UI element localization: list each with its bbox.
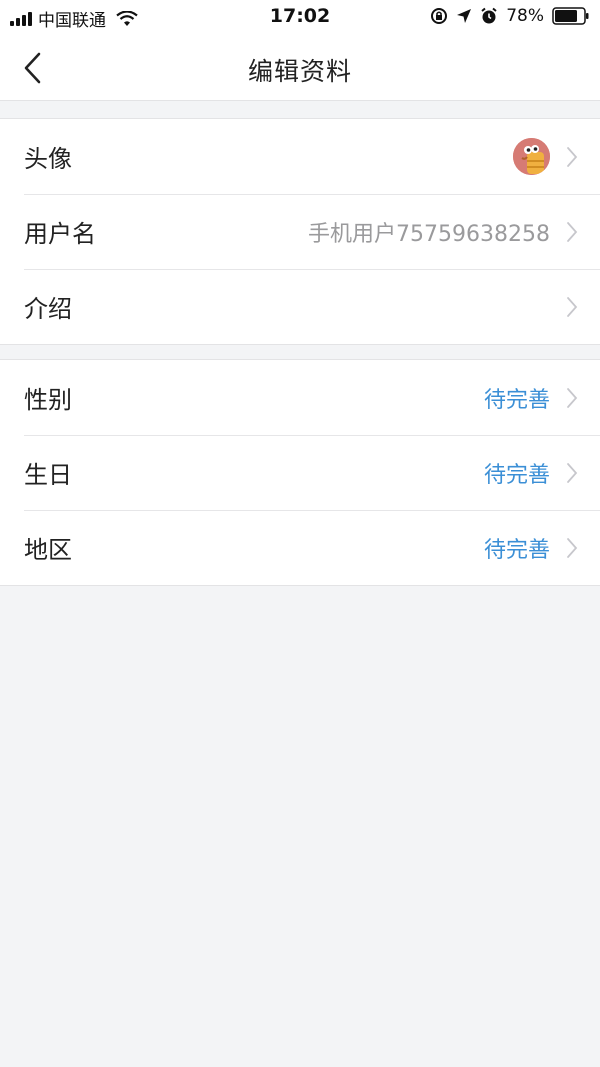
row-region-label: 地区 (24, 536, 72, 564)
chevron-right-icon (567, 221, 578, 242)
chevron-right-icon (567, 146, 578, 167)
avatar[interactable] (513, 138, 550, 175)
chevron-right-icon (567, 462, 578, 483)
status-right: 78% (430, 6, 590, 26)
row-avatar-label: 头像 (24, 145, 72, 173)
status-bar: 中国联通 17:02 78% (0, 0, 600, 34)
row-username-label: 用户名 (24, 220, 96, 248)
battery-icon (552, 7, 589, 25)
row-birthday-label: 生日 (24, 461, 72, 489)
page-title: 编辑资料 (247, 57, 352, 86)
row-gender-label: 性别 (24, 386, 72, 414)
chevron-right-icon (567, 387, 578, 408)
profile-detail-group: 性别 待完善 生日 待完善 地区 待完善 (0, 359, 600, 586)
row-username[interactable]: 用户名 手机用户75759638258 (0, 194, 600, 269)
row-birthday[interactable]: 生日 待完善 (0, 435, 600, 510)
chevron-right-icon (567, 537, 578, 558)
orientation-lock-icon (431, 8, 448, 24)
profile-basic-group: 头像 用户名 手机用户75759638258 介绍 (0, 118, 600, 345)
row-region[interactable]: 地区 待完善 (0, 510, 600, 585)
row-avatar[interactable]: 头像 (0, 119, 600, 194)
row-username-value: 手机用户75759638258 (308, 221, 550, 247)
avatar-image (513, 138, 550, 175)
location-icon (457, 9, 472, 23)
row-gender[interactable]: 性别 待完善 (0, 360, 600, 435)
row-intro-label: 介绍 (24, 295, 72, 323)
battery-percent: 78% (506, 6, 544, 26)
alarm-icon (481, 7, 497, 24)
row-intro[interactable]: 介绍 (0, 269, 600, 344)
chevron-right-icon (567, 296, 578, 317)
row-region-value: 待完善 (483, 537, 550, 563)
row-gender-value: 待完善 (483, 387, 550, 413)
nav-bar: 编辑资料 (0, 34, 600, 101)
row-birthday-value: 待完善 (483, 462, 550, 488)
